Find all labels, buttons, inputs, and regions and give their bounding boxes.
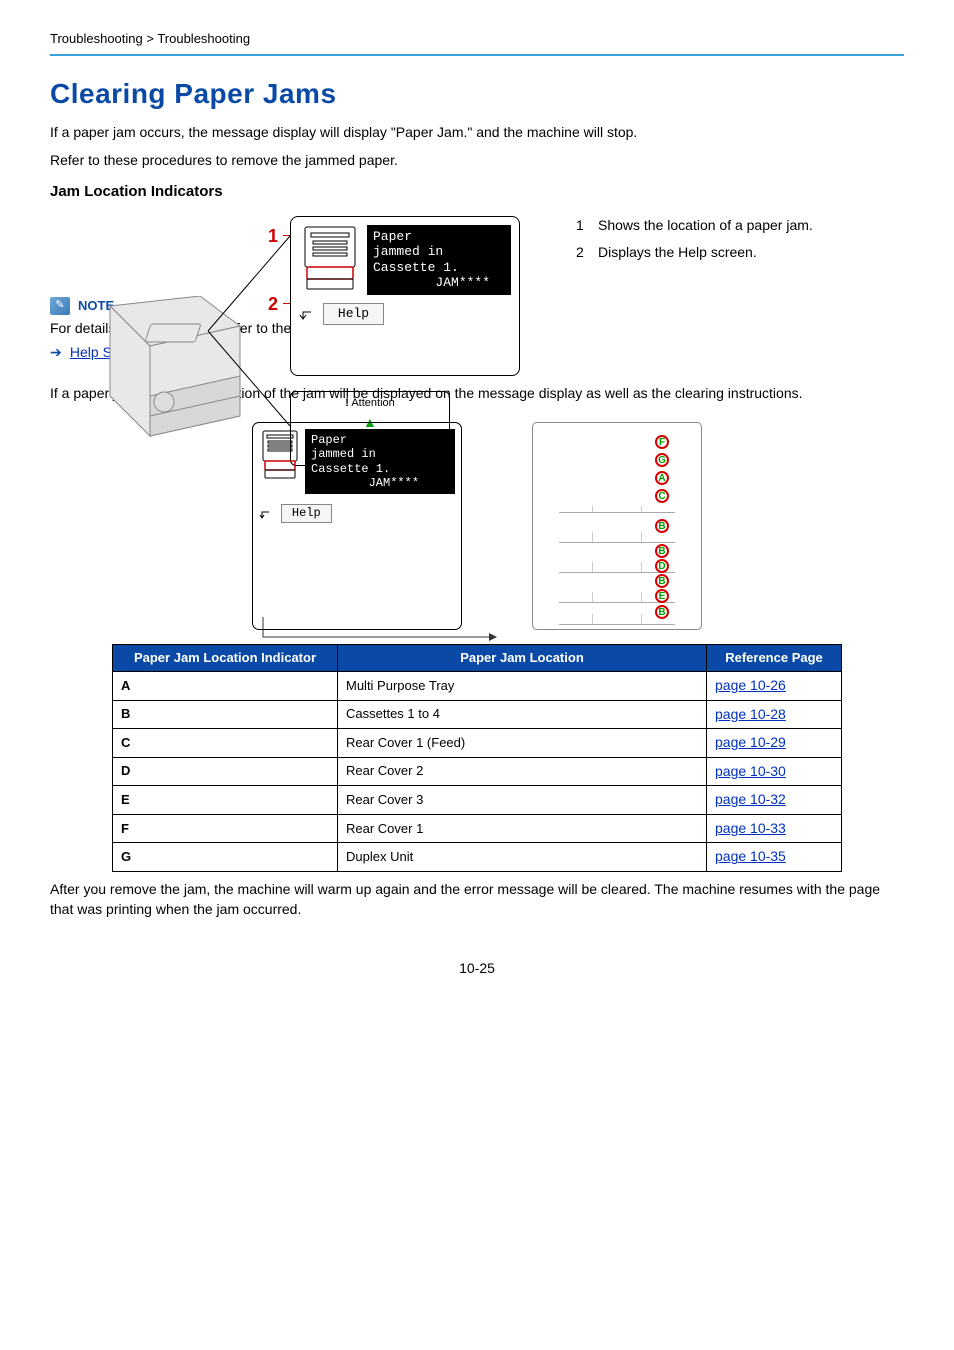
- cell-indicator: F: [113, 814, 338, 843]
- page-number: 10-25: [50, 959, 904, 979]
- lcd-line-1: Paper: [373, 229, 412, 244]
- jam-location-table: Paper Jam Location Indicator Paper Jam L…: [112, 644, 842, 872]
- cell-reference: page 10-28: [707, 700, 842, 729]
- cell-location: Rear Cover 2: [338, 757, 707, 786]
- jam-location-diagram: Paper jammed in Cassette 1. JAM**** Help…: [50, 422, 904, 630]
- reference-page-link[interactable]: page 10-32: [715, 791, 786, 807]
- lcd-display: Paper jammed in Cassette 1. JAM****: [305, 429, 455, 495]
- closing-paragraph: After you remove the jam, the machine wi…: [50, 880, 904, 919]
- table-header-reference: Reference Page: [707, 644, 842, 671]
- note-icon: ✎: [50, 297, 70, 315]
- cell-reference: page 10-26: [707, 671, 842, 700]
- legend-item: 1 Shows the location of a paper jam.: [576, 216, 904, 236]
- divider: [50, 54, 904, 56]
- cell-location: Rear Cover 1: [338, 814, 707, 843]
- printer-illustration: [90, 296, 260, 446]
- page-title: Clearing Paper Jams: [50, 74, 904, 113]
- cell-indicator: A: [113, 671, 338, 700]
- message-display-panel: Paper jammed in Cassette 1. JAM**** Help: [290, 216, 520, 376]
- cell-location: Duplex Unit: [338, 843, 707, 872]
- indicator-badge-c: C: [655, 489, 669, 503]
- reference-page-link[interactable]: page 10-28: [715, 706, 786, 722]
- lcd-line-4: JAM****: [373, 275, 490, 290]
- flow-arrow-icon: [259, 617, 499, 657]
- legend-text: Displays the Help screen.: [598, 243, 757, 263]
- help-softkey: Help: [323, 303, 384, 325]
- printer-mini-icon: [259, 429, 301, 485]
- legend-number: 1: [576, 216, 588, 236]
- reference-page-link[interactable]: page 10-33: [715, 820, 786, 836]
- lcd-display: Paper jammed in Cassette 1. JAM****: [367, 225, 511, 295]
- indicator-badge-g: G: [655, 453, 669, 467]
- jam-indicator-diagram: 1 2: [50, 216, 904, 271]
- cell-location: Multi Purpose Tray: [338, 671, 707, 700]
- breadcrumb: Troubleshooting > Troubleshooting: [50, 30, 904, 48]
- cell-indicator: G: [113, 843, 338, 872]
- lcd-line-3: Cassette 1.: [311, 462, 390, 476]
- indicator-badge-b: B: [655, 544, 669, 558]
- lcd-line-2: jammed in: [311, 447, 376, 461]
- reference-page-link[interactable]: page 10-30: [715, 763, 786, 779]
- reference-page-link[interactable]: page 10-26: [715, 677, 786, 693]
- cell-location: Rear Cover 1 (Feed): [338, 729, 707, 758]
- indicator-badge-f: F: [655, 435, 669, 449]
- indicator-badge-a: A: [655, 471, 669, 485]
- indicator-badge-b: B: [655, 519, 669, 533]
- callout-number-2: 2: [268, 292, 278, 317]
- legend-item: 2 Displays the Help screen.: [576, 243, 904, 263]
- table-row: DRear Cover 2 page 10-30: [113, 757, 842, 786]
- attention-label: Attention: [351, 397, 394, 409]
- reference-arrow-icon: ➔: [50, 343, 66, 363]
- reference-page-link[interactable]: page 10-35: [715, 848, 786, 864]
- message-display-panel-small: Paper jammed in Cassette 1. JAM**** Help: [252, 422, 462, 630]
- indicator-badge-e: E: [655, 589, 669, 603]
- help-softkey: Help: [281, 504, 332, 523]
- intro-paragraph-1: If a paper jam occurs, the message displ…: [50, 123, 904, 143]
- printer-xray-diagram: F G A C B B D B E B: [532, 422, 702, 630]
- cell-location: Rear Cover 3: [338, 786, 707, 815]
- section-heading: Jam Location Indicators: [50, 181, 904, 202]
- indicator-badge-b: B: [655, 605, 669, 619]
- cell-location: Cassettes 1 to 4: [338, 700, 707, 729]
- table-row: AMulti Purpose Tray page 10-26: [113, 671, 842, 700]
- indicator-badge-b: B: [655, 574, 669, 588]
- cell-reference: page 10-35: [707, 843, 842, 872]
- callout-number-1: 1: [268, 224, 278, 249]
- table-row: FRear Cover 1 page 10-33: [113, 814, 842, 843]
- table-row: BCassettes 1 to 4 page 10-28: [113, 700, 842, 729]
- legend-number: 2: [576, 243, 588, 263]
- lcd-line-1: Paper: [311, 433, 347, 447]
- table-row: ERear Cover 3 page 10-32: [113, 786, 842, 815]
- help-arrow-icon: [299, 306, 313, 320]
- cell-indicator: D: [113, 757, 338, 786]
- cell-reference: page 10-32: [707, 786, 842, 815]
- cell-reference: page 10-33: [707, 814, 842, 843]
- reference-page-link[interactable]: page 10-29: [715, 734, 786, 750]
- printer-mini-icon: [299, 225, 361, 295]
- cell-reference: page 10-30: [707, 757, 842, 786]
- cell-indicator: E: [113, 786, 338, 815]
- table-row: CRear Cover 1 (Feed) page 10-29: [113, 729, 842, 758]
- cell-indicator: B: [113, 700, 338, 729]
- cell-indicator: C: [113, 729, 338, 758]
- intro-paragraph-2: Refer to these procedures to remove the …: [50, 151, 904, 171]
- cell-reference: page 10-29: [707, 729, 842, 758]
- lcd-line-4: JAM****: [311, 476, 419, 490]
- help-arrow-icon: [259, 507, 271, 519]
- table-row: GDuplex Unit page 10-35: [113, 843, 842, 872]
- legend-text: Shows the location of a paper jam.: [598, 216, 813, 236]
- lcd-line-2: jammed in: [373, 244, 443, 259]
- indicator-badge-d: D: [655, 559, 669, 573]
- lcd-line-3: Cassette 1.: [373, 260, 459, 275]
